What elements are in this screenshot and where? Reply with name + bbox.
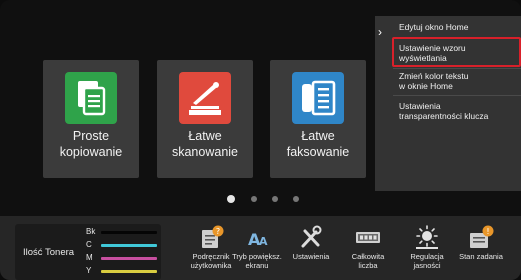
bottom-label-line2: jasności — [413, 261, 441, 270]
tile-label-line1: Proste — [72, 129, 110, 143]
toner-label-y: Y — [86, 266, 92, 275]
page-dot[interactable] — [251, 196, 257, 202]
menu-item-label: Edytuj okno Home — [399, 22, 469, 32]
tile-easy-fax[interactable]: Łatwe faksowanie — [270, 60, 366, 178]
menu-item-label: wyświetlania — [399, 53, 447, 63]
toner-bar-bk — [101, 231, 157, 234]
tile-easy-copy[interactable]: Proste kopiowanie — [43, 60, 139, 178]
page-dot-active[interactable] — [227, 195, 235, 203]
tile-label-line1: Łatwe — [188, 129, 222, 143]
bottom-label-line1: Całkowita — [351, 252, 385, 261]
menu-collapse-arrow-icon[interactable]: › — [378, 25, 390, 39]
toner-level-panel: Ilość Tonera Bk C M Y — [15, 224, 161, 280]
bottom-label-line1: Stan zadania — [459, 252, 503, 261]
menu-divider — [393, 95, 521, 96]
menu-item-label: Ustawienie wzoru — [399, 43, 466, 53]
total-count-icon — [353, 224, 383, 250]
job-status-button[interactable]: ! Stan zadania — [450, 222, 512, 278]
bottom-label-line2: liczba — [358, 261, 378, 270]
scan-icon — [179, 72, 231, 124]
svg-text:?: ? — [216, 227, 220, 236]
text-enlarge-icon: A A — [242, 224, 272, 250]
brightness-icon — [412, 224, 442, 250]
svg-text:A: A — [259, 235, 268, 248]
menu-item-label: Ustawienia — [399, 101, 441, 111]
toner-label-bk: Bk — [86, 227, 96, 236]
toner-title: Ilość Tonera — [23, 247, 75, 258]
user-manual-icon: ? — [196, 224, 226, 250]
home-action-menu: › Edytuj okno Home Ustawienie wzoru wyśw… — [375, 16, 521, 191]
toner-label-m: M — [86, 253, 93, 262]
home-screen: Proste kopiowanie Łatwe skanowanie Łatwe… — [0, 0, 521, 280]
tile-label-line2: kopiowanie — [59, 145, 123, 159]
tile-label-line1: Łatwe — [301, 129, 335, 143]
tile-label-line2: faksowanie — [286, 145, 350, 159]
menu-item-label: Zmień kolor tekstu — [399, 71, 469, 81]
menu-item-edit-home[interactable]: Edytuj okno Home — [399, 22, 468, 32]
menu-item-text-color[interactable]: Zmień kolor tekstu w oknie Home — [399, 71, 468, 91]
tile-label-line2: skanowanie — [171, 145, 238, 159]
bottom-label-line1: Ustawienia — [292, 252, 330, 261]
page-dot[interactable] — [293, 196, 299, 202]
tile-easy-scan[interactable]: Łatwe skanowanie — [157, 60, 253, 178]
total-count-button[interactable]: Całkowita liczba — [337, 222, 399, 278]
settings-button[interactable]: Ustawienia — [280, 222, 342, 278]
bottom-label-line2: ekranu — [245, 261, 269, 270]
menu-item-key-transparency[interactable]: Ustawienia transparentności klucza — [399, 101, 488, 121]
page-dot[interactable] — [272, 196, 278, 202]
bottom-label-line1: Tryb powiększ. — [232, 252, 282, 261]
menu-item-label: w oknie Home — [399, 81, 453, 91]
toner-label-c: C — [86, 240, 92, 249]
settings-tools-icon — [296, 224, 326, 250]
job-status-icon: ! — [466, 224, 496, 250]
toner-bar-m — [101, 257, 157, 260]
bottom-label-line1: Regulacja — [410, 252, 444, 261]
copy-icon — [65, 72, 117, 124]
fax-icon — [292, 72, 344, 124]
svg-text:!: ! — [486, 227, 489, 236]
menu-item-display-pattern[interactable]: Ustawienie wzoru wyświetlania — [399, 43, 466, 63]
text-enlarge-button[interactable]: A A Tryb powiększ. ekranu — [226, 222, 288, 278]
menu-divider — [393, 38, 521, 39]
toner-bar-y — [101, 270, 157, 273]
menu-item-label: transparentności klucza — [399, 111, 489, 121]
brightness-button[interactable]: Regulacja jasności — [396, 222, 458, 278]
menu-divider — [393, 68, 521, 69]
toner-bar-c — [101, 244, 157, 247]
